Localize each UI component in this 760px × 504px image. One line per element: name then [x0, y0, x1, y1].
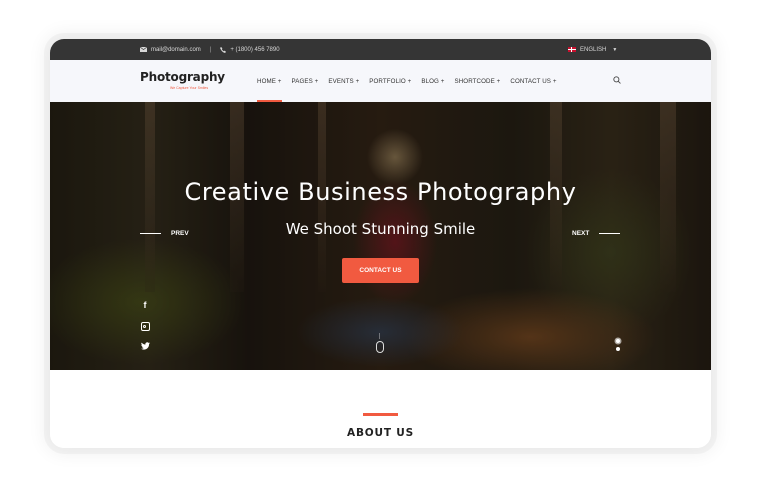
envelope-icon — [140, 47, 147, 52]
nav-item-home[interactable]: HOME + — [257, 60, 282, 102]
uk-flag-icon — [568, 47, 576, 52]
next-label: NEXT — [572, 230, 590, 237]
slide-dot-1[interactable] — [616, 339, 620, 343]
contact-us-button[interactable]: CONTACT US — [342, 258, 419, 283]
nav-item-portfolio[interactable]: PORTFOLIO + — [369, 60, 411, 102]
language-selector[interactable]: ENGLISH ▼ — [568, 39, 617, 60]
next-line-icon — [599, 233, 621, 234]
section-accent-bar — [363, 413, 398, 416]
next-slide-button[interactable]: NEXT — [572, 230, 621, 237]
nav-item-shortcode[interactable]: SHORTCODE + — [455, 60, 501, 102]
nav-item-events[interactable]: EVENTS + — [328, 60, 359, 102]
phone-icon — [220, 46, 227, 53]
social-links: f — [140, 300, 150, 350]
browser-frame: mail@domain.com | + (1800) 456 7890 ENGL… — [50, 39, 711, 448]
hero-slider: Creative Business Photography We Shoot S… — [50, 102, 711, 370]
top-bar: mail@domain.com | + (1800) 456 7890 ENGL… — [50, 39, 711, 60]
email-link[interactable]: mail@domain.com — [151, 47, 201, 53]
search-icon[interactable] — [613, 76, 621, 84]
divider: | — [209, 46, 212, 53]
prev-line-icon — [140, 233, 161, 234]
caret-down-icon: ▼ — [612, 46, 618, 53]
nav-item-contact-us[interactable]: CONTACT US + — [510, 60, 556, 102]
nav-item-pages[interactable]: PAGES + — [292, 60, 319, 102]
nav-item-blog[interactable]: BLOG + — [421, 60, 444, 102]
slider-pagination — [616, 339, 620, 351]
prev-slide-button[interactable]: PREV — [140, 230, 189, 237]
about-section: ABOUT US — [50, 370, 711, 448]
prev-label: PREV — [171, 230, 189, 237]
logo[interactable]: Photography We Capture Your Smiles — [140, 70, 225, 90]
language-label: ENGLISH — [580, 46, 607, 53]
slide-dot-2[interactable] — [616, 347, 620, 351]
about-heading: ABOUT US — [347, 427, 414, 439]
main-menu: HOME + PAGES + EVENTS + PORTFOLIO + BLOG… — [257, 60, 567, 102]
instagram-icon[interactable] — [140, 322, 150, 331]
facebook-icon[interactable]: f — [144, 300, 147, 311]
scroll-down-mouse-icon[interactable] — [376, 333, 384, 353]
logo-text: Photography — [140, 70, 225, 84]
twitter-icon[interactable] — [140, 342, 150, 350]
phone-number[interactable]: + (1800) 456 7890 — [230, 47, 279, 53]
hero-title: Creative Business Photography — [184, 178, 577, 206]
contact-info: mail@domain.com | + (1800) 456 7890 — [140, 39, 280, 60]
main-navbar: Photography We Capture Your Smiles HOME … — [50, 60, 711, 102]
logo-tagline: We Capture Your Smiles — [170, 86, 209, 90]
